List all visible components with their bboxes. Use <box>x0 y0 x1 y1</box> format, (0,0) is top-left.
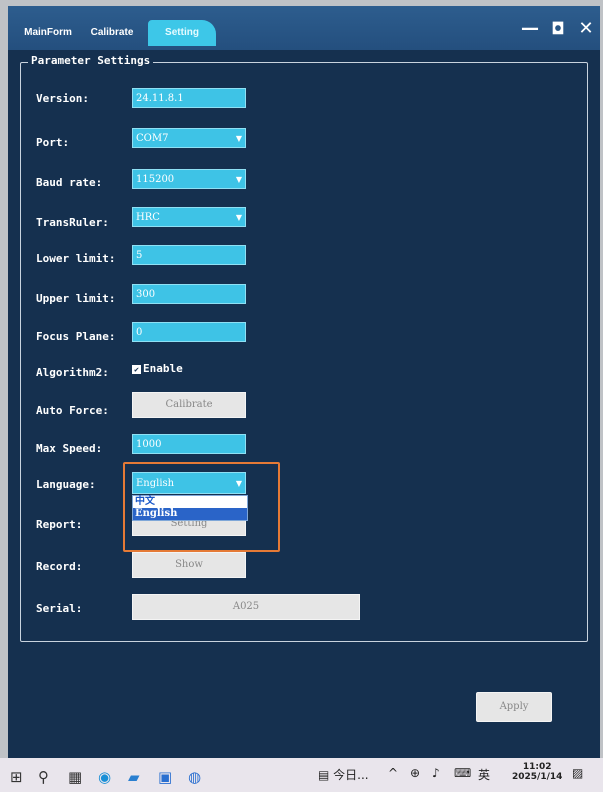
news-text: 今日... <box>333 768 369 782</box>
minimize-button[interactable]: — <box>518 18 542 40</box>
checkbox-label: Enable <box>143 362 183 375</box>
record-label: Record: <box>36 560 83 573</box>
close-button[interactable]: ✕ <box>574 18 598 40</box>
clock[interactable]: 11:02 2025/1/14 <box>512 762 562 782</box>
focus-plane-field[interactable]: 0 <box>132 322 246 342</box>
keyboard-icon[interactable]: ⌨ <box>454 766 471 780</box>
trans-ruler-value: HRC <box>136 212 160 223</box>
lower-limit-field[interactable]: 5 <box>132 245 246 265</box>
serial-field: A025 <box>132 594 360 620</box>
edge-browser-icon[interactable]: ◉ <box>98 768 111 786</box>
notification-icon[interactable]: ▨ <box>572 766 583 780</box>
calibrate-button[interactable]: Calibrate <box>132 392 246 418</box>
algorithm2-label: Algorithm2: <box>36 366 109 379</box>
network-icon[interactable]: ⊕ <box>410 766 420 780</box>
chevron-down-icon: ▼ <box>235 213 242 222</box>
max-speed-field[interactable]: 1000 <box>132 434 246 454</box>
checkbox-checked-icon: ✔ <box>132 364 141 374</box>
annotation-highlight-box <box>123 462 280 552</box>
parameter-settings-group <box>20 62 588 642</box>
apply-button[interactable]: Apply <box>476 692 552 722</box>
file-explorer-icon[interactable]: ▰ <box>128 768 140 786</box>
chevron-up-icon[interactable]: ^ <box>388 766 398 780</box>
max-speed-label: Max Speed: <box>36 442 103 455</box>
port-value: COM7 <box>136 133 169 144</box>
title-bar: MainForm Calibrate Setting — ◘ ✕ <box>8 6 600 50</box>
record-show-button[interactable]: Show <box>132 552 246 578</box>
tab-setting[interactable]: Setting <box>148 20 216 46</box>
algorithm2-checkbox[interactable]: ✔ Enable <box>132 362 183 375</box>
lower-limit-label: Lower limit: <box>36 252 116 265</box>
upper-limit-label: Upper limit: <box>36 292 116 305</box>
windows-start-icon[interactable]: ⊞ <box>10 768 23 786</box>
baud-rate-value: 115200 <box>136 174 175 185</box>
group-title: Parameter Settings <box>28 54 154 67</box>
version-label: Version: <box>36 92 89 105</box>
task-view-icon[interactable]: ▦ <box>68 768 82 786</box>
chevron-down-icon: ▼ <box>235 175 242 184</box>
baud-rate-select[interactable]: 115200 ▼ <box>132 169 246 189</box>
language-label: Language: <box>36 478 96 491</box>
auto-force-label: Auto Force: <box>36 404 109 417</box>
search-icon[interactable]: ⚲ <box>38 768 49 786</box>
serial-label: Serial: <box>36 602 83 615</box>
baud-rate-label: Baud rate: <box>36 176 103 189</box>
news-widget[interactable]: ▤ 今日... <box>318 766 369 783</box>
trans-ruler-select[interactable]: HRC ▼ <box>132 207 246 227</box>
version-field[interactable]: 24.11.8.1 <box>132 88 246 108</box>
focus-plane-label: Focus Plane: <box>36 330 116 343</box>
volume-icon[interactable]: ♪ <box>432 766 440 780</box>
taskbar: ⊞ ⚲ ▦ ◉ ▰ ▣ ◍ ▤ 今日... ^ ⊕ ♪ ⌨ 英 11:02 20… <box>0 758 603 792</box>
chevron-down-icon: ▼ <box>235 134 242 143</box>
tab-mainform[interactable]: MainForm <box>18 20 78 46</box>
app-window: MainForm Calibrate Setting — ◘ ✕ Paramet… <box>8 6 600 758</box>
upper-limit-field[interactable]: 300 <box>132 284 246 304</box>
port-select[interactable]: COM7 ▼ <box>132 128 246 148</box>
tab-calibrate[interactable]: Calibrate <box>84 20 140 46</box>
news-icon: ▤ <box>318 768 330 782</box>
maximize-button[interactable]: ◘ <box>546 18 570 40</box>
ime-indicator[interactable]: 英 <box>478 766 490 783</box>
report-label: Report: <box>36 518 83 531</box>
store-icon[interactable]: ▣ <box>158 768 172 786</box>
app-icon[interactable]: ◍ <box>188 768 201 786</box>
clock-date: 2025/1/14 <box>512 772 563 782</box>
clock-time: 11:02 <box>522 762 552 772</box>
trans-ruler-label: TransRuler: <box>36 216 109 229</box>
port-label: Port: <box>36 136 70 149</box>
